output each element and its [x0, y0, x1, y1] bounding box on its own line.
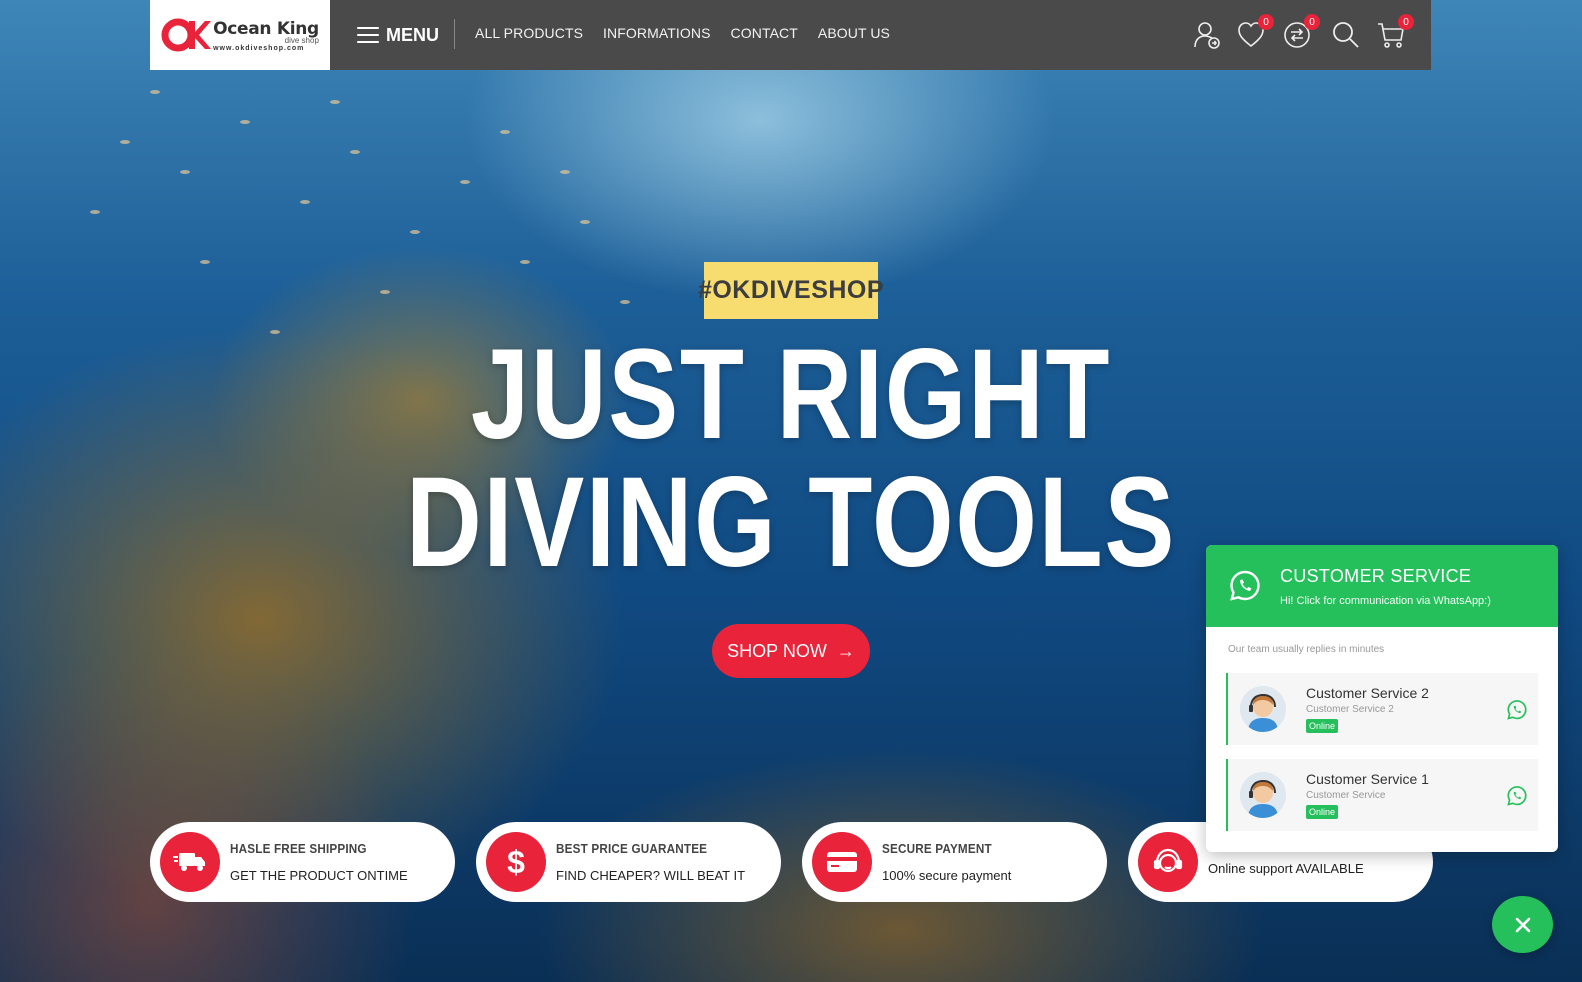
nav-all-products[interactable]: ALL PRODUCTS: [475, 25, 583, 41]
agent-name: Customer Service 1: [1306, 770, 1429, 787]
whatsapp-chat-panel: CUSTOMER SERVICE Hi! Click for communica…: [1206, 545, 1558, 852]
account-button[interactable]: [1192, 20, 1222, 50]
arrow-right-icon: →: [836, 640, 855, 661]
search-button[interactable]: [1331, 20, 1361, 50]
whatsapp-agent-item[interactable]: Customer Service 2 Customer Service 2 On…: [1226, 673, 1538, 745]
whatsapp-icon: [1507, 786, 1527, 806]
whatsapp-panel-title: CUSTOMER SERVICE: [1280, 565, 1472, 586]
agent-avatar: [1240, 772, 1286, 818]
feature-card-payment: SECURE PAYMENT 100% secure payment: [802, 822, 1107, 902]
menu-button[interactable]: MENU: [357, 20, 439, 50]
shop-now-button[interactable]: SHOP NOW →: [712, 624, 870, 678]
whatsapp-close-button[interactable]: [1492, 896, 1553, 953]
hero-tag: #OKDIVESHOP: [698, 262, 884, 319]
compare-button[interactable]: 0: [1282, 14, 1320, 50]
logo-url: www.okdiveshop.com: [213, 44, 305, 52]
agent-role: Customer Service 2: [1306, 703, 1394, 715]
wishlist-count-badge: 0: [1258, 14, 1274, 30]
wishlist-button[interactable]: 0: [1236, 14, 1274, 50]
agent-avatar: [1240, 686, 1286, 732]
feature-card-shipping: HASLE FREE SHIPPING GET THE PRODUCT ONTI…: [150, 822, 455, 902]
feature-title: BEST PRICE GUARANTEE: [556, 841, 708, 856]
compare-count-badge: 0: [1304, 14, 1320, 30]
truck-icon: [160, 832, 220, 892]
whatsapp-panel-header: CUSTOMER SERVICE Hi! Click for communica…: [1206, 545, 1558, 627]
cart-count-badge: 0: [1398, 14, 1414, 30]
feature-title: SECURE PAYMENT: [882, 841, 992, 856]
feature-title: HASLE FREE SHIPPING: [230, 841, 367, 856]
logo-subtitle: dive shop: [284, 35, 319, 45]
feature-card-price: $ BEST PRICE GUARANTEE FIND CHEAPER? WIL…: [476, 822, 781, 902]
agent-role: Customer Service: [1306, 789, 1386, 801]
credit-card-icon: [812, 832, 872, 892]
shop-now-label: SHOP NOW: [727, 640, 827, 661]
logo[interactable]: Ocean King dive shop www.okdiveshop.com: [150, 0, 330, 70]
search-icon: [1333, 22, 1359, 48]
hamburger-icon: [357, 27, 379, 43]
close-icon: [1515, 917, 1530, 932]
feature-desc: GET THE PRODUCT ONTIME: [230, 868, 408, 883]
feature-desc: Online support AVAILABLE: [1208, 860, 1364, 876]
support-agent-icon: [1138, 832, 1198, 892]
menu-label: MENU: [386, 24, 439, 45]
nav-contact[interactable]: CONTACT: [731, 25, 798, 41]
hero-headline-line-1: JUST RIGHT: [470, 323, 1112, 466]
user-icon: [1194, 22, 1220, 49]
menu-divider: [454, 19, 455, 49]
svg-text:$: $: [507, 845, 525, 879]
dollar-icon: $: [486, 832, 546, 892]
feature-desc: FIND CHEAPER? WILL BEAT IT: [556, 868, 746, 883]
whatsapp-panel-subtitle: Hi! Click for communication via WhatsApp…: [1280, 594, 1491, 607]
agent-name: Customer Service 2: [1306, 684, 1429, 701]
whatsapp-agent-item[interactable]: Customer Service 1 Customer Service Onli…: [1226, 759, 1538, 831]
ok-logo-icon: [161, 18, 212, 52]
nav-informations[interactable]: INFORMATIONS: [603, 25, 711, 41]
whatsapp-reply-note: Our team usually replies in minutes: [1228, 644, 1385, 655]
feature-desc: 100% secure payment: [882, 868, 1012, 883]
whatsapp-icon: [1507, 700, 1527, 720]
nav-about-us[interactable]: ABOUT US: [818, 25, 890, 41]
main-nav: ALL PRODUCTS INFORMATIONS CONTACT ABOUT …: [475, 25, 890, 41]
whatsapp-icon: [1230, 570, 1260, 601]
agent-status-badge: Online: [1306, 718, 1339, 733]
agent-status-badge: Online: [1306, 804, 1339, 819]
cart-button[interactable]: 0: [1376, 14, 1414, 50]
